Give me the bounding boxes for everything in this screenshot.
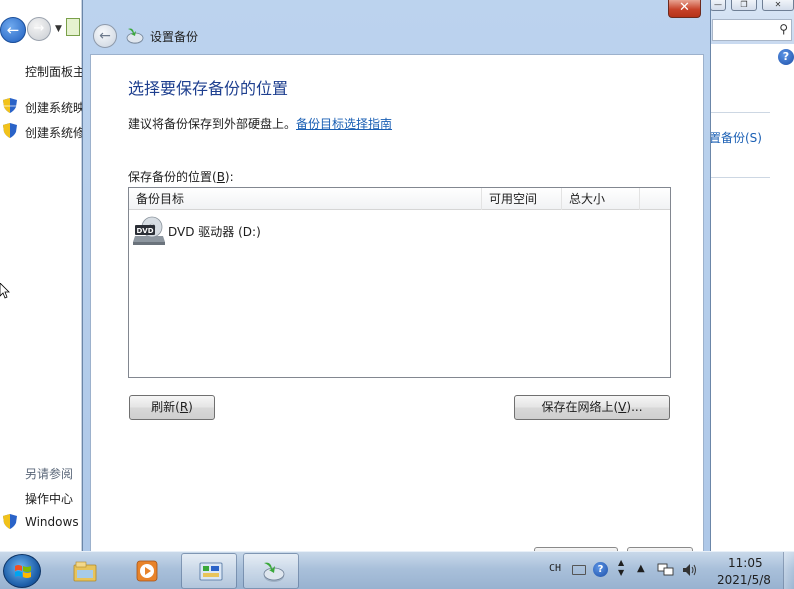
divider: [710, 177, 770, 178]
shield-icon: [3, 123, 17, 138]
svg-text:DVD: DVD: [136, 227, 153, 235]
clock-time[interactable]: 11:05: [728, 556, 763, 570]
mouse-cursor-icon: [0, 283, 10, 299]
taskbar-media-player-button[interactable]: [118, 553, 174, 589]
windows-start-icon: [15, 565, 31, 578]
network-label: 保存在网络上(: [541, 400, 619, 414]
taskbar-explorer-button[interactable]: [56, 553, 112, 589]
list-header: 备份目标 可用空间 总大小: [129, 188, 670, 210]
sidebar-link-create-repair[interactable]: 创建系统修: [25, 124, 85, 141]
refresh-accesskey: R: [179, 400, 189, 414]
backup-icon: [126, 28, 144, 44]
media-player-icon: [136, 560, 158, 582]
language-indicator[interactable]: CH: [549, 563, 561, 574]
dialog-content: 选择要保存备份的位置 建议将备份保存到外部硬盘上。 备份目标选择指南 保存备份的…: [90, 54, 704, 555]
backup-target-list[interactable]: 备份目标 可用空间 总大小 DVD DVD 驱动器 (D:): [128, 187, 671, 378]
background-minimize-icon[interactable]: —: [710, 0, 726, 11]
see-also-action-center[interactable]: 操作中心: [25, 490, 73, 507]
background-forward-arrow-icon[interactable]: →: [27, 17, 51, 41]
background-nav: ← → ▼: [0, 13, 82, 47]
volume-icon[interactable]: [682, 563, 698, 577]
network-icon[interactable]: [657, 563, 675, 577]
save-on-network-button[interactable]: 保存在网络上(V)...: [514, 395, 670, 420]
clock-date[interactable]: 2021/5/8: [717, 573, 771, 587]
dvd-drive-label: DVD 驱动器 (D:): [168, 225, 261, 239]
network-label-end: )...: [626, 400, 643, 414]
file-explorer-icon: [73, 561, 97, 582]
backup-icon: [263, 562, 285, 582]
refresh-label: 刷新(: [151, 400, 180, 414]
control-panel-app-icon: [66, 18, 80, 36]
column-header-free-space[interactable]: 可用空间: [482, 188, 562, 210]
refresh-button[interactable]: 刷新(R): [129, 395, 215, 420]
list-label: 保存备份的位置(B):: [128, 168, 234, 185]
background-close-icon[interactable]: ✕: [762, 0, 794, 11]
list-label-accesskey: B: [216, 170, 225, 184]
hint-text: 建议将备份保存到外部硬盘上。: [128, 117, 297, 131]
list-label-text-end: ):: [224, 170, 234, 184]
divider: [710, 112, 770, 113]
list-label-text: 保存备份的位置(: [128, 170, 217, 184]
taskbar-backup-button[interactable]: [243, 553, 299, 589]
keyboard-icon[interactable]: [572, 565, 586, 575]
see-also-windows[interactable]: Windows: [25, 515, 79, 529]
background-back-arrow-icon[interactable]: ←: [0, 17, 26, 43]
background-search-input[interactable]: ⚲: [712, 19, 792, 41]
see-also-heading: 另请参阅: [25, 467, 74, 481]
page-title: 选择要保存备份的位置: [128, 79, 289, 98]
close-button[interactable]: ✕: [668, 0, 701, 18]
backup-guide-link[interactable]: 备份目标选择指南: [296, 115, 392, 132]
dvd-drive-icon: DVD: [133, 216, 165, 245]
taskbar-control-panel-button[interactable]: [181, 553, 237, 589]
refresh-label-end: ): [188, 400, 193, 414]
show-hidden-icons-icon[interactable]: ▲: [637, 563, 645, 574]
background-titlebar: — ❐ ✕ ⚲: [710, 0, 794, 44]
help-icon[interactable]: ?: [778, 49, 794, 65]
show-desktop-button[interactable]: [783, 552, 794, 589]
chevron-down-icon[interactable]: ▼: [55, 24, 62, 34]
column-header-target[interactable]: 备份目标: [129, 188, 482, 210]
background-restore-icon[interactable]: ❐: [731, 0, 757, 11]
start-button[interactable]: [3, 554, 41, 588]
setup-backup-link[interactable]: 置备份(S): [709, 129, 762, 146]
setup-backup-dialog: ✕ ← 设置备份 选择要保存备份的位置 建议将备份保存到外部硬盘上。 备份目标选…: [82, 0, 711, 555]
taskbar: CH ? ▲ ▼ ▲ 11:05 2021/5/8: [0, 551, 794, 589]
shield-icon: [3, 514, 17, 529]
column-header-total-size[interactable]: 总大小: [562, 188, 640, 210]
sidebar-link-home[interactable]: 控制面板主: [25, 63, 85, 80]
search-icon[interactable]: ⚲: [779, 22, 788, 36]
list-item[interactable]: DVD DVD 驱动器 (D:): [133, 216, 433, 245]
back-arrow-icon[interactable]: ←: [93, 24, 117, 48]
sidebar-link-create-image[interactable]: 创建系统映: [25, 99, 85, 116]
control-panel-icon: [199, 562, 223, 581]
help-icon[interactable]: ?: [593, 562, 608, 577]
background-main: — ❐ ✕ ⚲ ? 置备份(S): [709, 0, 794, 551]
tray-options-icon[interactable]: ▲ ▼: [618, 558, 624, 578]
dialog-title: 设置备份: [150, 30, 199, 44]
background-sidebar: ← → ▼ 控制面板主 创建系统映 创建系统修 另请参阅 操作中心 Window…: [0, 0, 85, 551]
shield-icon: [3, 98, 17, 113]
